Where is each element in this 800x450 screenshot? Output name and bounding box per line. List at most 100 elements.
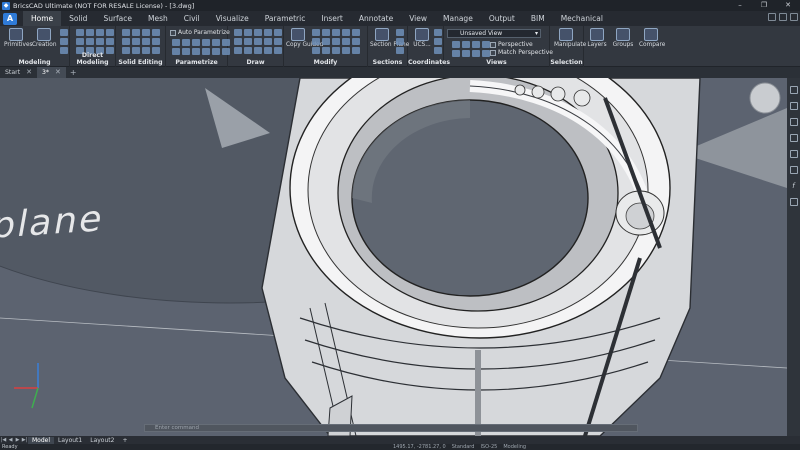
trim-icon[interactable]: [312, 38, 320, 45]
properties-icon[interactable]: [789, 102, 798, 110]
ucs-button[interactable]: UCS...: [410, 28, 434, 48]
align-icon[interactable]: [342, 47, 350, 54]
lightbulb-icon[interactable]: [789, 86, 798, 94]
perspective-toggle[interactable]: Perspective: [490, 41, 533, 48]
interfere-icon[interactable]: [132, 47, 140, 54]
view-bottom-icon[interactable]: [452, 50, 460, 57]
application-menu-button[interactable]: A: [3, 12, 17, 25]
close-icon[interactable]: ✕: [55, 67, 61, 78]
ellipse-icon[interactable]: [254, 38, 262, 45]
primitives-button[interactable]: Primitives: [4, 28, 33, 48]
tab-civil[interactable]: Civil: [176, 11, 208, 26]
tab-model[interactable]: Model: [28, 436, 55, 444]
first-layout-button[interactable]: |◀: [0, 437, 7, 443]
perpendicular-icon[interactable]: [202, 39, 210, 46]
extend-icon[interactable]: [322, 38, 330, 45]
view-back-icon[interactable]: [462, 50, 470, 57]
settings-icon[interactable]: [790, 13, 798, 21]
doc-tab-3[interactable]: 3* ✕: [37, 67, 66, 78]
tab-solid[interactable]: Solid: [61, 11, 95, 26]
polyline-icon[interactable]: [234, 29, 242, 36]
offset-icon[interactable]: [76, 38, 84, 45]
doc-tab-start[interactable]: Start ✕: [0, 67, 37, 78]
section-plane-button[interactable]: Section Plane: [370, 28, 409, 48]
delete-face-icon[interactable]: [86, 38, 94, 45]
compare-button[interactable]: Compare: [639, 28, 665, 48]
sphere-icon[interactable]: [60, 47, 68, 54]
check-icon[interactable]: [142, 47, 150, 54]
flatten-icon[interactable]: [396, 47, 404, 54]
next-layout-button[interactable]: ▶: [14, 437, 21, 443]
tab-layout1[interactable]: Layout1: [54, 437, 86, 444]
cloud-icon[interactable]: [789, 198, 798, 206]
groups-button[interactable]: Groups: [611, 28, 635, 48]
imprint-icon[interactable]: [132, 38, 140, 45]
stretch-icon[interactable]: [342, 38, 350, 45]
union-icon[interactable]: [122, 29, 130, 36]
box-icon[interactable]: [60, 29, 68, 36]
command-line[interactable]: Enter command: [144, 424, 638, 432]
layers-button[interactable]: Layers: [585, 28, 609, 48]
block-icon[interactable]: [274, 47, 282, 54]
attach-icon[interactable]: [789, 134, 798, 142]
cylinder-icon[interactable]: [60, 38, 68, 45]
circle-icon[interactable]: [264, 29, 272, 36]
array-icon[interactable]: [352, 29, 360, 36]
move-face-icon[interactable]: [86, 29, 94, 36]
rectangle-icon[interactable]: [254, 29, 262, 36]
ucs-view-icon[interactable]: [434, 47, 442, 54]
separate-icon[interactable]: [142, 38, 150, 45]
diameter-icon[interactable]: [212, 48, 220, 55]
view-compass[interactable]: [749, 82, 781, 114]
offset-modify-icon[interactable]: [332, 38, 340, 45]
view-top-icon[interactable]: [452, 41, 460, 48]
tab-parametric[interactable]: Parametric: [257, 11, 314, 26]
tab-visualize[interactable]: Visualize: [208, 11, 257, 26]
tangent-icon[interactable]: [212, 39, 220, 46]
live-section-icon[interactable]: [396, 29, 404, 36]
erase-icon[interactable]: [312, 47, 320, 54]
world-ucs-icon[interactable]: [434, 29, 442, 36]
match-icon[interactable]: [352, 47, 360, 54]
move-icon[interactable]: [312, 29, 320, 36]
fillet-icon[interactable]: [96, 38, 104, 45]
table-icon[interactable]: [264, 47, 272, 54]
point-icon[interactable]: [274, 38, 282, 45]
join-icon[interactable]: [322, 47, 330, 54]
structure-icon[interactable]: [789, 166, 798, 174]
tab-home[interactable]: Home: [23, 11, 62, 26]
tab-output[interactable]: Output: [481, 11, 523, 26]
push-pull-icon[interactable]: [76, 29, 84, 36]
solid-hist-icon[interactable]: [152, 47, 160, 54]
rotate-icon[interactable]: [322, 29, 330, 36]
status-workspace[interactable]: Modeling: [500, 444, 529, 450]
chamfer-icon[interactable]: [106, 38, 114, 45]
tab-surface[interactable]: Surface: [95, 11, 140, 26]
lock-icon[interactable]: [172, 48, 180, 55]
subtract-icon[interactable]: [132, 29, 140, 36]
spline-icon[interactable]: [244, 38, 252, 45]
taper-icon[interactable]: [106, 29, 114, 36]
tab-view[interactable]: View: [401, 11, 435, 26]
prev-layout-button[interactable]: ◀: [7, 437, 14, 443]
library-icon[interactable]: [789, 150, 798, 158]
view-front-icon[interactable]: [462, 41, 470, 48]
copy-guided-button[interactable]: Copy Guided: [286, 28, 323, 48]
tab-layout2[interactable]: Layout2: [86, 437, 118, 444]
explode-icon[interactable]: [352, 38, 360, 45]
close-button[interactable]: ✕: [776, 0, 800, 11]
layers-stack-icon[interactable]: [789, 118, 798, 126]
slice-icon[interactable]: [152, 29, 160, 36]
rotate-face-icon[interactable]: [96, 29, 104, 36]
coincident-icon[interactable]: [182, 39, 190, 46]
thicken-icon[interactable]: [122, 47, 130, 54]
section-settings-icon[interactable]: [396, 38, 404, 45]
break-icon[interactable]: [332, 47, 340, 54]
panel-groups[interactable]: Groups: [610, 26, 636, 67]
hatch-icon[interactable]: [274, 29, 282, 36]
view-combo[interactable]: Unsaved View ▾: [447, 29, 541, 38]
formula-icon[interactable]: f: [790, 182, 798, 190]
tab-manage[interactable]: Manage: [435, 11, 481, 26]
clean-icon[interactable]: [152, 38, 160, 45]
last-layout-button[interactable]: ▶|: [21, 437, 28, 443]
